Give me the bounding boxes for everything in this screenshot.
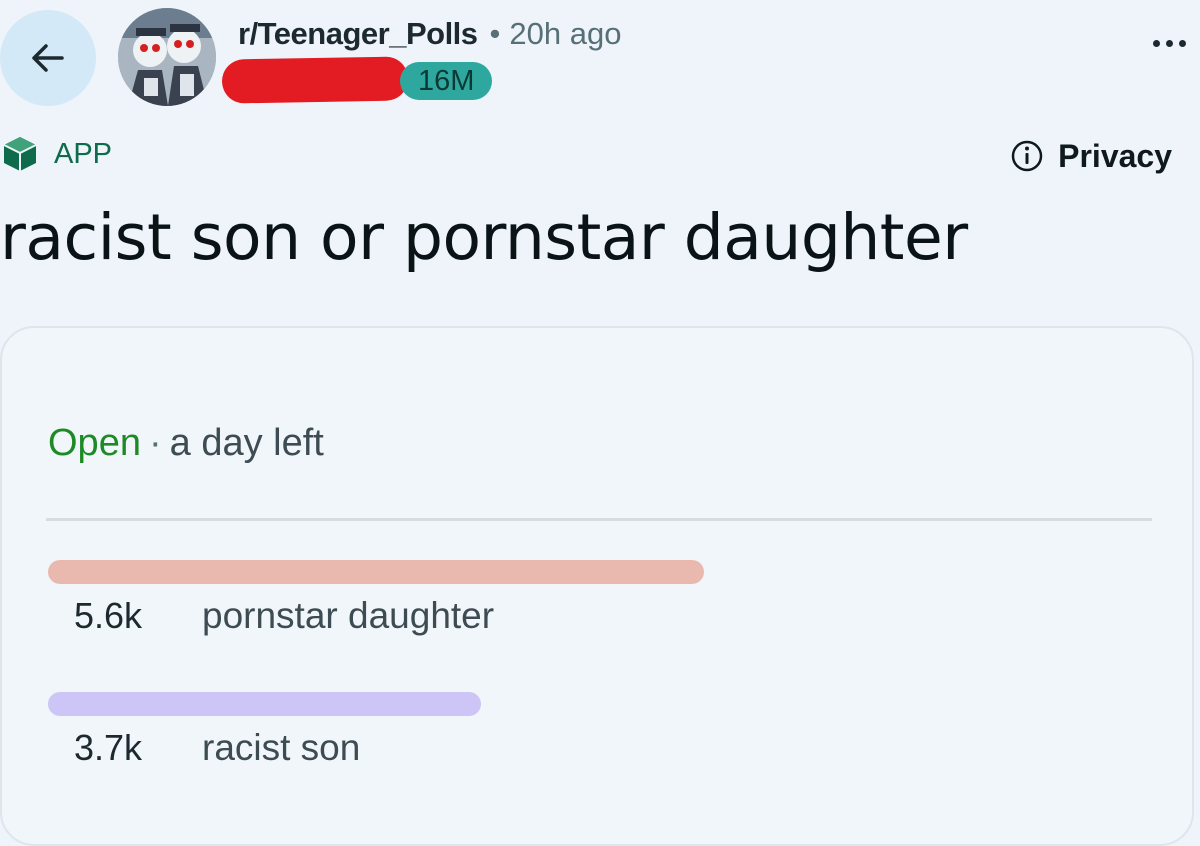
poll-option-label: pornstar daughter xyxy=(202,595,495,636)
poll-open-status: Open xyxy=(48,422,141,464)
more-options-button[interactable] xyxy=(1153,40,1186,47)
separator-dot: • xyxy=(489,16,501,51)
post-time: 20h ago xyxy=(509,16,622,51)
post-title[interactable]: racist son or pornstar daughter xyxy=(0,196,968,280)
poll-divider xyxy=(46,518,1152,521)
app-tag: APP xyxy=(0,134,112,174)
back-button[interactable] xyxy=(0,10,96,106)
user-flair-badge: 16M xyxy=(400,62,493,100)
more-dot-icon xyxy=(1153,40,1160,47)
poll-card: Open · a day left 5.6k pornstar daughter 3… xyxy=(0,326,1194,846)
poll-vote-count: 5.6k xyxy=(74,595,143,636)
cube-icon xyxy=(3,137,37,171)
app-tag-label: APP xyxy=(54,138,113,170)
poll-vote-count: 3.7k xyxy=(74,727,143,768)
redacted-username xyxy=(221,56,409,104)
privacy-link[interactable]: Privacy xyxy=(1010,136,1172,176)
subreddit-name[interactable]: r/Teenager_Polls xyxy=(238,12,478,56)
arrow-left-icon xyxy=(32,44,64,72)
subreddit-avatar[interactable] xyxy=(118,8,216,106)
info-icon xyxy=(1011,140,1043,172)
more-dot-icon xyxy=(1179,40,1186,47)
poll-separator: · xyxy=(148,422,162,464)
poll-result-bar xyxy=(48,692,481,716)
poll-result-bar xyxy=(48,560,704,584)
privacy-label: Privacy xyxy=(1058,138,1172,174)
poll-time-left: a day left xyxy=(169,422,324,464)
poll-status: Open · a day left xyxy=(48,420,324,466)
more-dot-icon xyxy=(1166,40,1173,47)
poll-option-label: racist son xyxy=(202,727,361,768)
subreddit-header: r/Teenager_Polls • 20h ago xyxy=(238,12,621,56)
